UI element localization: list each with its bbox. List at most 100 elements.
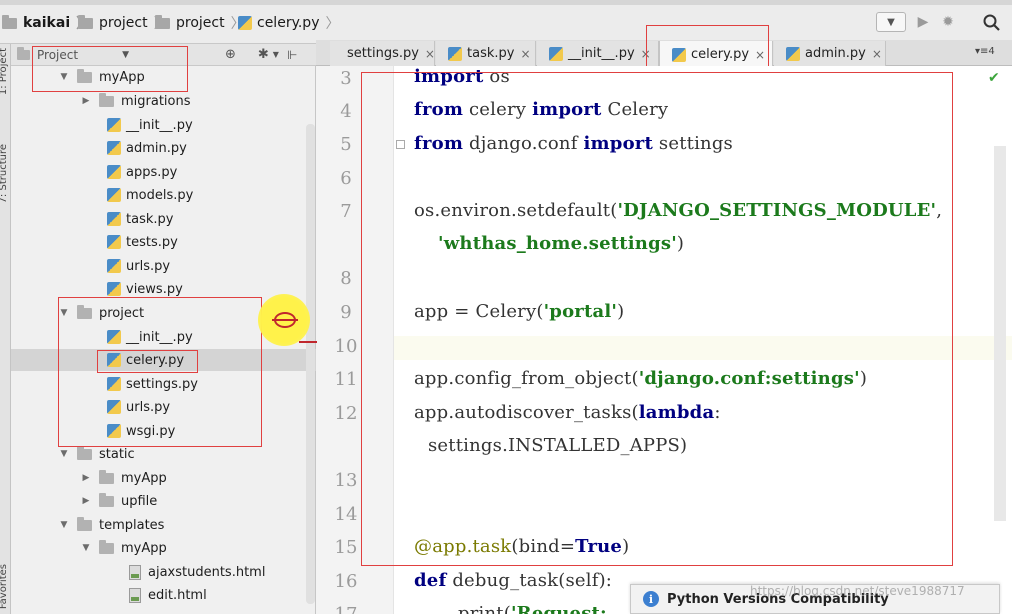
tree-file-views[interactable]: views.py xyxy=(107,278,183,300)
tool-tab-favorites[interactable]: Favorites xyxy=(0,564,9,609)
project-tool-window: Project ▼ ⊕ ✱ ▼ ⊩ ▼ myApp ▶ migrations _… xyxy=(11,44,316,614)
decorator: @app.task xyxy=(414,536,512,557)
expanded-triangle-icon[interactable]: ▼ xyxy=(59,449,69,459)
python-file-icon xyxy=(107,141,121,155)
tree-file-models[interactable]: models.py xyxy=(107,184,193,206)
tab-task[interactable]: task.py × xyxy=(436,41,536,66)
python-file-icon xyxy=(107,165,121,179)
python-file-icon xyxy=(107,424,121,438)
html-file-icon xyxy=(129,587,141,603)
tree-file-urls[interactable]: urls.py xyxy=(107,396,170,418)
python-file-icon xyxy=(107,353,121,367)
code-line: @app.task(bind=True) xyxy=(414,536,629,557)
info-icon: i xyxy=(643,591,659,607)
tree-folder-static[interactable]: ▼ static xyxy=(59,443,135,465)
scroll-from-source-icon[interactable]: ⊕ xyxy=(225,47,236,62)
tool-tab-project[interactable]: 1: Project xyxy=(0,48,9,95)
line-number: 6 xyxy=(340,168,352,189)
play-icon: ▶ xyxy=(917,14,929,30)
expanded-triangle-icon[interactable]: ▼ xyxy=(59,308,69,318)
tool-tab-structure[interactable]: 7: Structure xyxy=(0,144,9,203)
gear-icon[interactable]: ✱ xyxy=(258,47,269,62)
search-everywhere-button[interactable] xyxy=(980,12,1002,32)
python-file-icon xyxy=(107,330,121,344)
tree-file-apps[interactable]: apps.py xyxy=(107,161,177,183)
tree-item-label: project xyxy=(99,305,145,321)
close-icon[interactable]: × xyxy=(641,47,651,61)
tree-file-admin[interactable]: admin.py xyxy=(107,137,187,159)
tab-label: task.py xyxy=(467,46,515,61)
watermark-text: https://blog.csdn.net/steve1988717 xyxy=(750,584,965,598)
code-line: import os xyxy=(414,66,510,87)
tab-settings[interactable]: settings.py × xyxy=(330,41,435,66)
close-icon[interactable]: × xyxy=(872,47,882,61)
tab-celery[interactable]: celery.py × xyxy=(659,41,773,68)
project-view-selector[interactable]: Project xyxy=(37,48,78,62)
tree-item-label: settings.py xyxy=(126,376,198,392)
project-panel-header: Project ▼ ⊕ ✱ ▼ ⊩ xyxy=(11,44,316,66)
tree-file-celery[interactable]: celery.py xyxy=(107,349,184,371)
collapsed-triangle-icon[interactable]: ▶ xyxy=(81,473,91,483)
hide-panel-icon[interactable]: ⊩ xyxy=(287,48,297,62)
expanded-triangle-icon[interactable]: ▼ xyxy=(59,520,69,530)
tree-file-settings[interactable]: settings.py xyxy=(107,373,198,395)
folder-icon xyxy=(155,14,170,29)
tree-item-label: __init__.py xyxy=(126,117,193,133)
tree-item-label: tests.py xyxy=(126,234,178,250)
breadcrumb-project-inner[interactable]: project 〉 xyxy=(155,13,245,33)
tree-file-init[interactable]: __init__.py xyxy=(107,326,193,348)
expanded-triangle-icon[interactable]: ▼ xyxy=(81,543,91,553)
collapsed-triangle-icon[interactable]: ▶ xyxy=(81,496,91,506)
close-icon[interactable]: × xyxy=(755,48,765,62)
fold-toggle-icon[interactable] xyxy=(396,140,405,149)
keyword: lambda xyxy=(638,402,715,423)
tree-folder-project[interactable]: ▼ project xyxy=(59,302,144,324)
breadcrumb-kaikai[interactable]: kaikai 〉 xyxy=(2,13,90,33)
tree-item-label: edit.html xyxy=(148,587,207,603)
triangle-down-icon[interactable]: ▼ xyxy=(273,50,279,59)
tab-overflow-menu[interactable]: ▾≡4 xyxy=(975,46,995,57)
tree-file-tests[interactable]: tests.py xyxy=(107,231,178,253)
code-token: ) xyxy=(859,368,868,389)
current-line-highlight xyxy=(316,336,1012,360)
string-literal: 'Request: xyxy=(510,603,607,614)
tab-init[interactable]: __init__.py × xyxy=(537,41,659,66)
navigation-bar: kaikai 〉 project 〉 project 〉 celery.py 〉… xyxy=(0,0,1012,44)
tree-folder-upfile[interactable]: ▶ upfile xyxy=(81,490,157,512)
line-number: 9 xyxy=(340,302,352,323)
code-token: Celery xyxy=(475,301,537,322)
tree-folder-migrations[interactable]: ▶ migrations xyxy=(81,90,191,112)
tree-folder-templates-myapp[interactable]: ▼ myApp xyxy=(81,537,167,559)
code-token: print xyxy=(458,603,504,614)
tree-folder-myapp[interactable]: ▼ myApp xyxy=(59,66,145,88)
debug-button[interactable]: ✹ xyxy=(940,12,956,32)
code-line: def debug_task(self): xyxy=(414,570,612,591)
line-number: 15 xyxy=(334,537,358,558)
run-button[interactable]: ▶ xyxy=(915,12,931,32)
line-number: 3 xyxy=(340,68,352,89)
tree-folder-templates[interactable]: ▼ templates xyxy=(59,514,164,536)
close-icon[interactable]: × xyxy=(520,47,530,61)
triangle-down-icon[interactable]: ▼ xyxy=(122,50,129,60)
tree-folder-static-myapp[interactable]: ▶ myApp xyxy=(81,467,167,489)
tree-file-init[interactable]: __init__.py xyxy=(107,114,193,136)
tree-file-wsgi[interactable]: wsgi.py xyxy=(107,420,175,442)
breadcrumb-celery[interactable]: celery.py 〉 xyxy=(238,13,339,33)
tree-item-label: task.py xyxy=(126,211,174,227)
tree-file-task[interactable]: task.py xyxy=(107,208,173,230)
run-config-dropdown[interactable]: ▼ xyxy=(876,12,906,32)
close-icon[interactable]: × xyxy=(425,47,435,61)
editor-scrollbar[interactable] xyxy=(994,146,1006,521)
title-strip xyxy=(0,0,1012,5)
line-number: 17 xyxy=(316,604,376,614)
expanded-triangle-icon[interactable]: ▼ xyxy=(59,72,69,82)
code-editor[interactable]: 3 4 5 6 7 8 9 10 11 12 13 14 15 16 17 im… xyxy=(316,66,1012,614)
code-token: django xyxy=(469,133,532,154)
tree-file-ajaxstudents[interactable]: ajaxstudents.html xyxy=(129,561,265,583)
collapsed-triangle-icon[interactable]: ▶ xyxy=(81,96,91,106)
tab-admin[interactable]: admin.py × xyxy=(774,41,886,66)
code-token: settings xyxy=(658,133,733,154)
tree-file-urls[interactable]: urls.py xyxy=(107,255,170,277)
project-panel-scrollbar[interactable] xyxy=(306,124,315,604)
tree-file-edit[interactable]: edit.html xyxy=(129,584,207,606)
